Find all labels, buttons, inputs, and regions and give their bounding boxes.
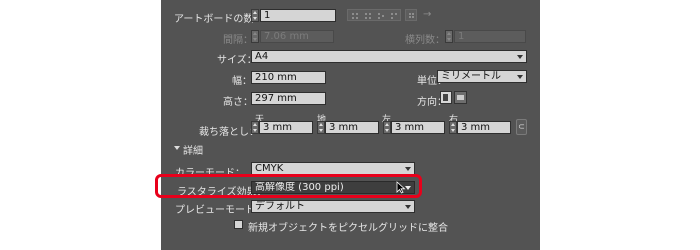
unit-value: ミリメートル xyxy=(441,71,501,82)
bleed-bottom-field[interactable]: 3 mm xyxy=(325,121,379,134)
disclosure-triangle-icon[interactable] xyxy=(174,146,180,150)
mouse-cursor-icon xyxy=(396,181,406,194)
new-document-panel: アートボードの数： 1 → 間隔： 7.06 mm 横列数： 1 サイズ： A4… xyxy=(161,0,540,250)
spacing-stepper xyxy=(251,30,259,43)
artboard-layout-buttons[interactable] xyxy=(347,9,401,21)
artboards-count-field[interactable]: 1 xyxy=(260,9,336,22)
portrait-button[interactable] xyxy=(440,91,452,104)
width-field[interactable]: 210 mm xyxy=(251,71,326,84)
pixel-grid-checkbox[interactable] xyxy=(234,220,243,229)
bleed-top-field[interactable]: 3 mm xyxy=(259,121,313,134)
columns-label: 横列数： xyxy=(405,35,445,46)
spacing-label: 間隔： xyxy=(223,35,253,46)
height-field[interactable]: 297 mm xyxy=(251,92,326,105)
spacing-field: 7.06 mm xyxy=(260,30,334,43)
bleed-right-field[interactable]: 3 mm xyxy=(457,121,511,134)
height-label: 高さ： xyxy=(223,97,253,108)
preview-mode-value: デフォルト xyxy=(255,201,305,212)
chevron-down-icon xyxy=(405,167,411,171)
artboards-label: アートボードの数： xyxy=(174,14,264,25)
grid-layout-icon[interactable] xyxy=(405,9,417,21)
chevron-down-icon xyxy=(405,205,411,209)
bleed-left-stepper[interactable] xyxy=(383,121,391,134)
bleed-left-field[interactable]: 3 mm xyxy=(391,121,445,134)
bleed-right-stepper[interactable] xyxy=(449,121,457,134)
highlight-frame xyxy=(155,174,422,198)
size-dropdown[interactable]: A4 xyxy=(251,50,527,63)
chevron-down-icon xyxy=(517,75,523,79)
preview-mode-dropdown[interactable]: デフォルト xyxy=(251,200,415,213)
portrait-icon xyxy=(443,94,448,101)
color-mode-value: CMYK xyxy=(255,163,284,174)
columns-stepper xyxy=(445,30,453,43)
landscape-button[interactable] xyxy=(454,91,467,104)
pixel-grid-label: 新規オブジェクトをピクセルグリッドに整合 xyxy=(248,223,448,234)
bleed-top-stepper[interactable] xyxy=(251,121,259,134)
advanced-label[interactable]: 詳細 xyxy=(183,142,203,157)
width-label: 幅： xyxy=(232,76,252,87)
unit-dropdown[interactable]: ミリメートル xyxy=(437,70,527,83)
landscape-icon xyxy=(457,95,464,100)
artboards-stepper[interactable] xyxy=(251,9,259,22)
bleed-label: 裁ち落とし： xyxy=(199,127,259,138)
size-value: A4 xyxy=(255,51,269,62)
link-icon[interactable]: ⊂ xyxy=(516,119,527,135)
arrange-direction-icon[interactable]: → xyxy=(423,9,437,21)
bleed-bottom-stepper[interactable] xyxy=(317,121,325,134)
chevron-down-icon xyxy=(517,55,523,59)
columns-field: 1 xyxy=(454,30,526,43)
